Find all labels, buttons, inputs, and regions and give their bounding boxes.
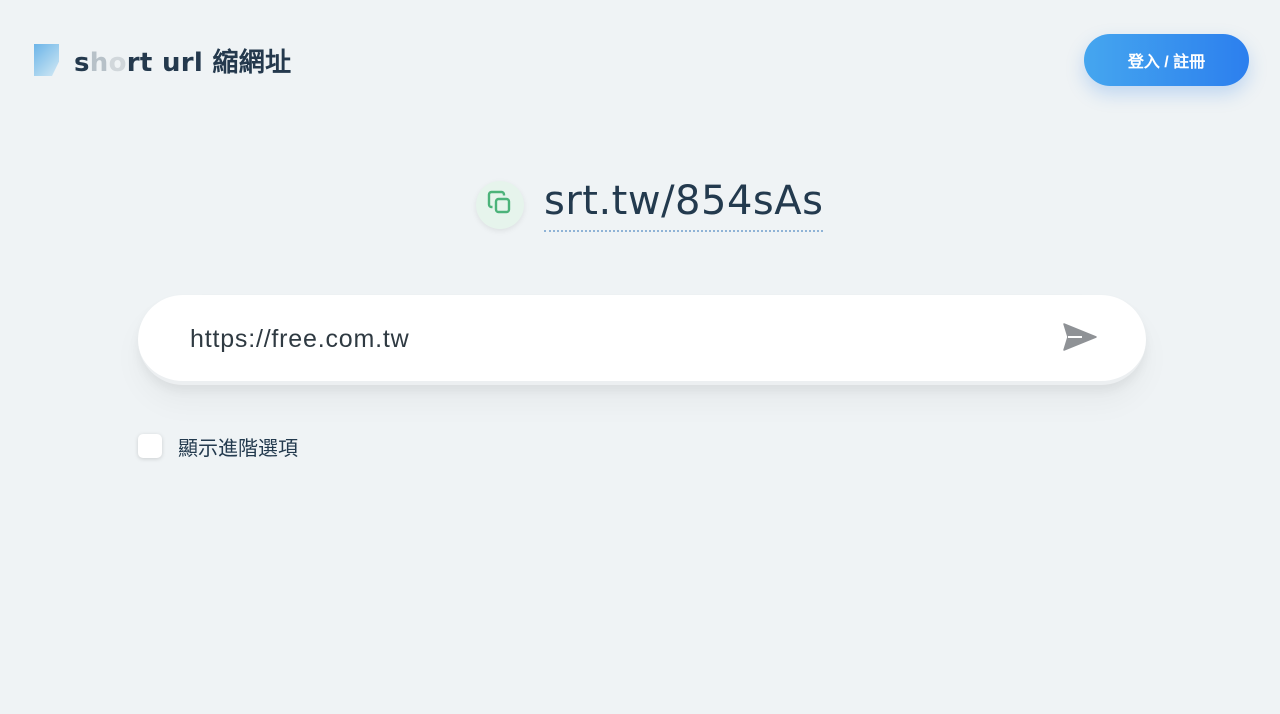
advanced-options-toggle[interactable]: 顯示進階選項 <box>138 433 298 460</box>
url-input-bar <box>138 295 1146 385</box>
login-register-button[interactable]: 登入 / 註冊 <box>1084 34 1249 86</box>
logo-text: short url 縮網址 <box>74 42 291 79</box>
copy-icon <box>486 189 514 221</box>
short-url-result: srt.tw/854sAs <box>476 170 824 240</box>
send-icon <box>1062 322 1098 356</box>
logo-letter-h: h <box>89 47 109 78</box>
header: short url 縮網址 登入 / 註冊 <box>0 0 1280 120</box>
logo-text-rest: rt url 縮網址 <box>126 47 292 78</box>
logo-icon <box>34 44 59 76</box>
url-input[interactable] <box>190 317 1050 361</box>
send-button[interactable] <box>1060 321 1100 357</box>
logo-letter-s: s <box>74 47 90 78</box>
logo[interactable]: short url 縮網址 <box>34 40 291 80</box>
copy-button[interactable] <box>476 181 524 229</box>
advanced-options-checkbox[interactable] <box>138 434 162 458</box>
logo-letter-o: o <box>108 47 127 78</box>
advanced-options-label: 顯示進階選項 <box>178 435 298 460</box>
short-url-link[interactable]: srt.tw/854sAs <box>544 178 824 232</box>
